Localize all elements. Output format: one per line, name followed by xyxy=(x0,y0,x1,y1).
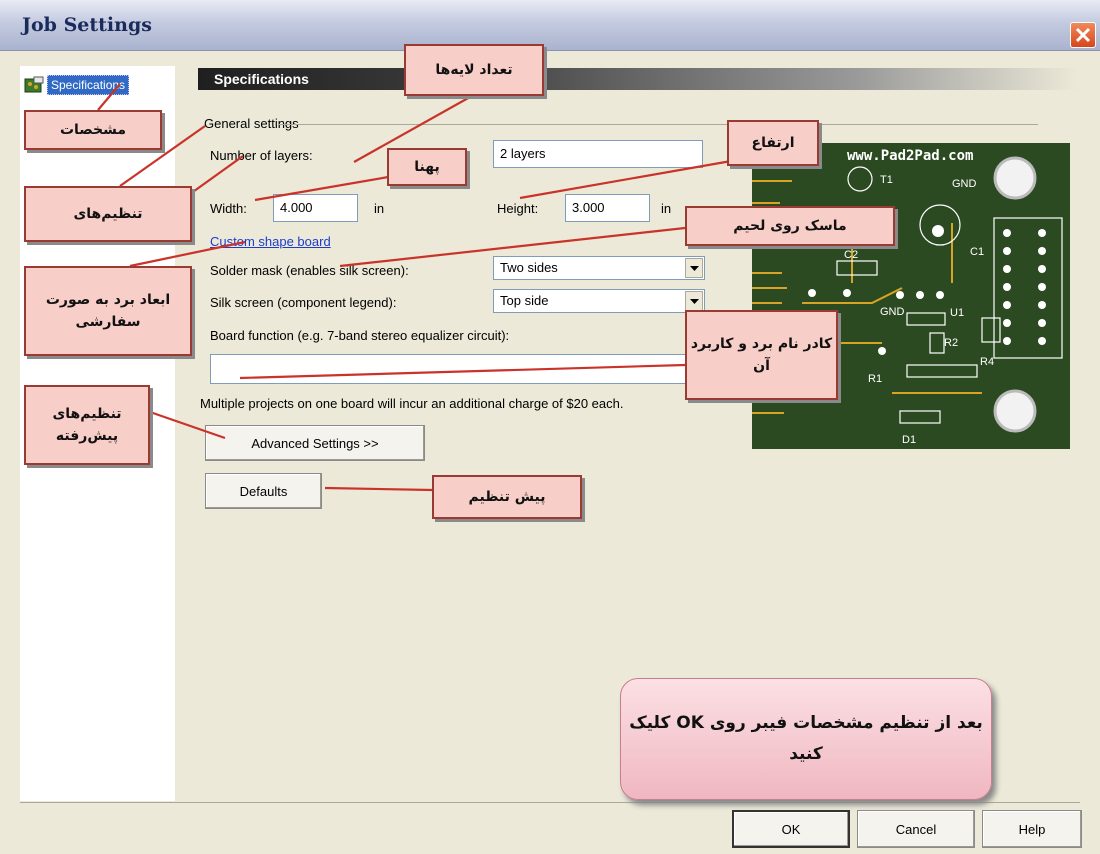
job-settings-dialog: Job Settings Specifications Specificatio… xyxy=(0,0,1100,854)
callout-height: ارتفاع xyxy=(727,120,819,166)
instruction-note: بعد از تنظیم مشخصات فیبر روی OK کلیک کنی… xyxy=(620,678,992,800)
callout-settings: تنظیم‌های xyxy=(24,186,192,242)
callout-specs: مشخصات xyxy=(24,110,162,150)
callout-custom-shape: ابعاد برد به صورت سفارشی xyxy=(24,266,192,356)
callout-layers: تعداد لایه‌ها xyxy=(404,44,544,96)
callout-width: پهنا xyxy=(387,148,467,186)
callout-solder: ماسک روی لحیم xyxy=(685,206,895,246)
callout-board-function: کادر نام برد و کاربرد آن xyxy=(685,310,838,400)
callout-advanced: تنظیم‌های پیش‌رفته xyxy=(24,385,150,465)
callout-defaults: پیش تنظیم xyxy=(432,475,582,519)
